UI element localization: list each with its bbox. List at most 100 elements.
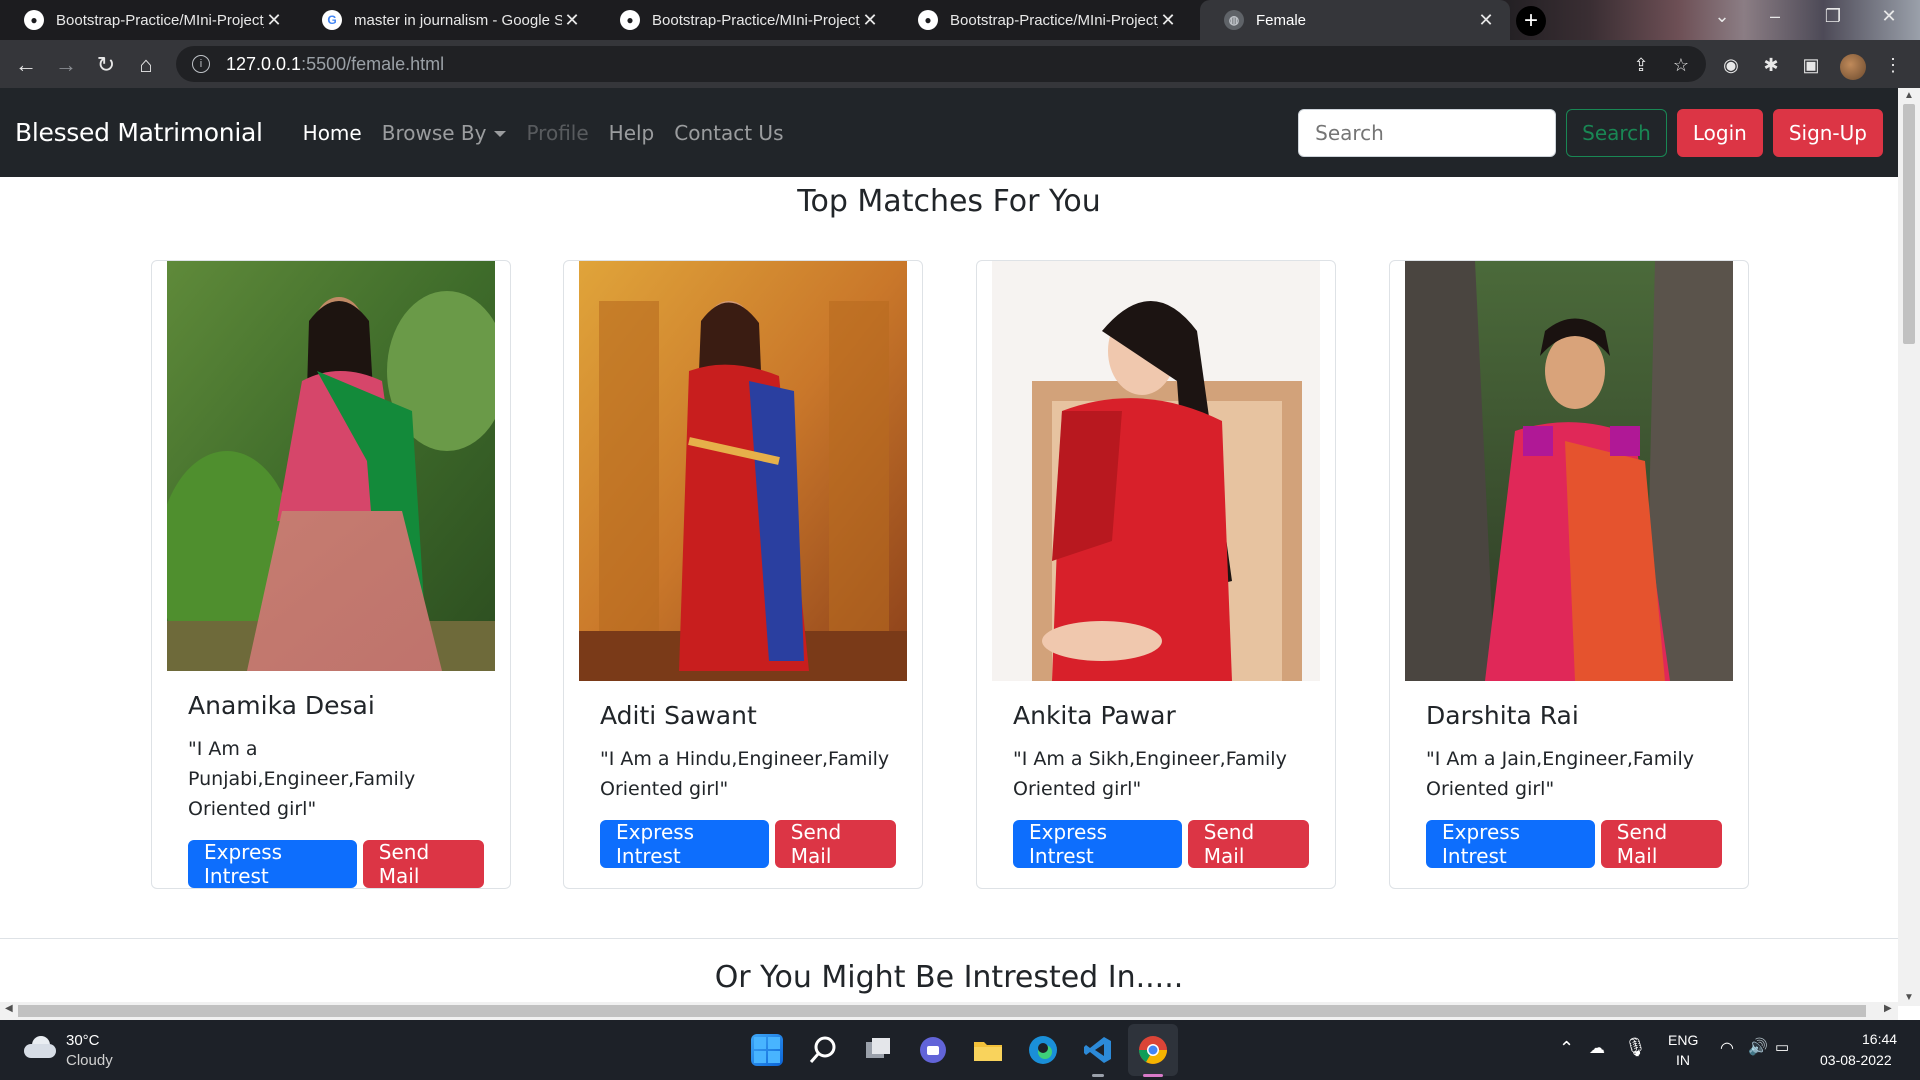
clock-time[interactable]: 16:44 bbox=[1862, 1031, 1897, 1047]
card-body: Darshita Rai "I Am a Jain,Engineer,Famil… bbox=[1426, 701, 1728, 868]
scroll-left-arrow-icon[interactable]: ◀ bbox=[5, 1003, 13, 1014]
windows-start-icon[interactable] bbox=[751, 1034, 783, 1066]
tab-title: Female bbox=[1256, 11, 1307, 29]
language-bottom[interactable]: IN bbox=[1676, 1052, 1690, 1068]
profile-description: "I Am a Sikh,Engineer,Family Oriented gi… bbox=[1013, 748, 1287, 800]
reload-icon[interactable]: ↻ bbox=[92, 51, 120, 79]
web-page: Blessed Matrimonial Home Browse By Profi… bbox=[0, 88, 1898, 1006]
card-actions: Express Intrest Send Mail bbox=[1013, 820, 1315, 868]
nav-browse-dropdown[interactable]: Browse By bbox=[382, 121, 507, 145]
browser-tab[interactable]: ● Bootstrap-Practice/MIni-Project_ ✕ bbox=[894, 0, 1192, 40]
onedrive-icon[interactable]: ☁ bbox=[1589, 1038, 1605, 1058]
scroll-right-arrow-icon[interactable]: ▶ bbox=[1884, 1003, 1892, 1014]
address-bar[interactable]: i 127.0.0.1:5500/female.html bbox=[176, 46, 1706, 82]
search-input[interactable] bbox=[1298, 108, 1557, 157]
browser-tab[interactable]: ● Bootstrap-Practice/MIni-Project_ ✕ bbox=[596, 0, 894, 40]
login-button[interactable]: Login bbox=[1676, 108, 1763, 157]
profile-name: Anamika Desai bbox=[188, 691, 375, 720]
profile-card: Darshita Rai "I Am a Jain,Engineer,Famil… bbox=[1389, 260, 1749, 889]
new-tab-button[interactable]: + bbox=[1516, 6, 1546, 36]
battery-icon[interactable]: ▭ bbox=[1775, 1038, 1789, 1056]
bookmark-star-icon[interactable]: ☆ bbox=[1670, 54, 1692, 76]
weather-temperature[interactable]: 30°C bbox=[66, 1032, 100, 1049]
send-mail-button[interactable]: Send Mail bbox=[1600, 820, 1722, 868]
browser-tab-active[interactable]: ◍ Female ✕ bbox=[1200, 0, 1510, 40]
chrome-icon[interactable] bbox=[1137, 1034, 1169, 1066]
chevron-up-icon[interactable]: ⌃ bbox=[1559, 1038, 1574, 1059]
github-icon: ● bbox=[620, 10, 640, 30]
browser-theme-image bbox=[1480, 0, 1920, 40]
minimize-button[interactable]: – bbox=[1760, 6, 1790, 27]
menu-icon[interactable]: ⋮ bbox=[1882, 54, 1904, 76]
extension-icon[interactable]: ◉ bbox=[1720, 54, 1742, 76]
profile-photo[interactable] bbox=[992, 261, 1320, 681]
scroll-up-arrow-icon[interactable]: ▲ bbox=[1898, 90, 1920, 101]
browser-tab[interactable]: ● Bootstrap-Practice/MIni-Project_ ✕ bbox=[0, 0, 298, 40]
nav-profile: Profile bbox=[526, 120, 589, 145]
clock-date[interactable]: 03-08-2022 bbox=[1820, 1052, 1892, 1068]
close-icon[interactable]: ✕ bbox=[264, 10, 284, 31]
back-arrow-icon[interactable]: ← bbox=[12, 51, 40, 79]
scrollbar-thumb[interactable] bbox=[1903, 104, 1915, 344]
microphone-icon[interactable]: 🎙 bbox=[1624, 1037, 1647, 1058]
section-title-top-matches: Top Matches For You bbox=[797, 184, 1101, 219]
scroll-down-arrow-icon[interactable]: ▼ bbox=[1898, 992, 1920, 1003]
tab-search-icon[interactable]: ⌄ bbox=[1707, 6, 1737, 27]
cloud-icon[interactable] bbox=[24, 1036, 56, 1058]
share-icon[interactable]: ⇪ bbox=[1630, 54, 1652, 76]
profile-name: Aditi Sawant bbox=[600, 701, 757, 730]
express-interest-button[interactable]: Express Intrest bbox=[1013, 820, 1182, 868]
wifi-icon[interactable]: ◠ bbox=[1720, 1038, 1734, 1058]
volume-icon[interactable]: 🔊 bbox=[1748, 1037, 1768, 1057]
navbar-actions: Search Login Sign-Up bbox=[1298, 108, 1883, 157]
forward-arrow-icon[interactable]: → bbox=[52, 51, 80, 79]
card-actions: Express Intrest Send Mail bbox=[188, 840, 490, 888]
browser-tab[interactable]: G master in journalism - Google Se ✕ bbox=[298, 0, 596, 40]
brand-logo-text[interactable]: Blessed Matrimonial bbox=[15, 118, 263, 147]
maximize-button[interactable]: ❐ bbox=[1818, 6, 1848, 27]
close-icon[interactable]: ✕ bbox=[1158, 10, 1178, 31]
send-mail-button[interactable]: Send Mail bbox=[774, 820, 896, 868]
weather-condition[interactable]: Cloudy bbox=[66, 1052, 113, 1069]
puzzle-icon[interactable]: ✱ bbox=[1760, 54, 1782, 76]
express-interest-button[interactable]: Express Intrest bbox=[1426, 820, 1595, 868]
close-icon[interactable]: ✕ bbox=[1476, 10, 1496, 31]
express-interest-button[interactable]: Express Intrest bbox=[188, 840, 357, 888]
search-icon[interactable] bbox=[807, 1034, 839, 1066]
horizontal-scrollbar[interactable]: ◀ ▶ bbox=[0, 1002, 1898, 1020]
edge-browser-icon[interactable] bbox=[1027, 1034, 1059, 1066]
scrollbar-thumb[interactable] bbox=[18, 1005, 1866, 1017]
search-button[interactable]: Search bbox=[1566, 108, 1667, 157]
vertical-scrollbar[interactable]: ▲ ▼ bbox=[1898, 88, 1920, 1006]
avatar[interactable] bbox=[1840, 54, 1866, 80]
side-panel-icon[interactable]: ▣ bbox=[1800, 54, 1822, 76]
nav-help[interactable]: Help bbox=[609, 121, 655, 145]
close-icon[interactable]: ✕ bbox=[562, 10, 582, 31]
nav-contact[interactable]: Contact Us bbox=[674, 121, 783, 145]
site-info-icon[interactable]: i bbox=[192, 55, 210, 73]
signup-button[interactable]: Sign-Up bbox=[1772, 108, 1883, 157]
tab-title: master in journalism - Google Se bbox=[354, 11, 562, 29]
language-top[interactable]: ENG bbox=[1668, 1032, 1698, 1048]
nav-home[interactable]: Home bbox=[303, 121, 362, 145]
globe-icon: ◍ bbox=[1224, 10, 1244, 30]
profile-name: Darshita Rai bbox=[1426, 701, 1579, 730]
send-mail-button[interactable]: Send Mail bbox=[1187, 820, 1309, 868]
profile-photo[interactable] bbox=[1405, 261, 1733, 681]
browser-tab-bar: ● Bootstrap-Practice/MIni-Project_ ✕ G m… bbox=[0, 0, 1920, 40]
file-explorer-icon[interactable] bbox=[972, 1034, 1004, 1066]
profile-description: "I Am a Jain,Engineer,Family Oriented gi… bbox=[1426, 748, 1695, 800]
task-view-icon[interactable] bbox=[862, 1034, 894, 1066]
card-actions: Express Intrest Send Mail bbox=[600, 820, 902, 868]
vscode-icon[interactable] bbox=[1082, 1034, 1114, 1066]
site-navbar: Blessed Matrimonial Home Browse By Profi… bbox=[0, 88, 1898, 177]
profile-photo[interactable] bbox=[167, 261, 495, 671]
express-interest-button[interactable]: Express Intrest bbox=[600, 820, 769, 868]
profile-photo[interactable] bbox=[579, 261, 907, 681]
send-mail-button[interactable]: Send Mail bbox=[362, 840, 484, 888]
close-icon[interactable]: ✕ bbox=[860, 10, 880, 31]
teams-chat-icon[interactable] bbox=[917, 1034, 949, 1066]
close-window-button[interactable]: ✕ bbox=[1874, 6, 1904, 27]
profile-card: Anamika Desai "I Am a Punjabi,Engineer,F… bbox=[151, 260, 511, 889]
home-icon[interactable]: ⌂ bbox=[132, 51, 160, 79]
